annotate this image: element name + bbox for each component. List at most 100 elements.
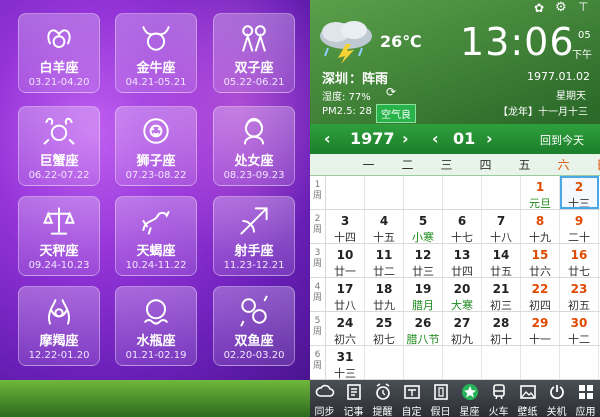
calendar-day[interactable]: 14 廿五: [482, 244, 521, 278]
calendar-day[interactable]: 13 廿四: [443, 244, 482, 278]
star-icon: [461, 384, 478, 400]
calendar-day[interactable]: 31 十三: [326, 346, 365, 380]
zodiac-dates: 08.23-09.23: [223, 170, 285, 181]
calendar-day[interactable]: 17 廿八: [326, 278, 365, 312]
calendar-day[interactable]: 1 元旦: [521, 176, 560, 210]
toolbar-notes-button[interactable]: 记事: [339, 380, 368, 417]
zodiac-dates: 09.24-10.23: [28, 260, 90, 271]
calendar-day[interactable]: 23 初五: [560, 278, 599, 312]
toolbar-label: 记事: [343, 407, 364, 417]
toolbar-train-button[interactable]: 火车: [484, 380, 513, 417]
pin-icon[interactable]: ⊤: [578, 0, 588, 14]
weekday-label: 四: [479, 158, 492, 172]
toolbar-star-button[interactable]: 星座: [455, 380, 484, 417]
calendar-day[interactable]: 12 廿三: [404, 244, 443, 278]
weekday-label: 三: [440, 158, 453, 172]
alarm-icon: [375, 383, 390, 400]
calendar-day[interactable]: 21 初三: [482, 278, 521, 312]
weather-condition: 阵雨: [362, 72, 389, 87]
week-number-header: [310, 154, 349, 175]
calendar-day[interactable]: 6 十七: [443, 210, 482, 244]
calendar-day[interactable]: 4 十五: [365, 210, 404, 244]
calendar-day[interactable]: 24 初六: [326, 312, 365, 346]
toolbar-alarm-button[interactable]: 提醒: [368, 380, 397, 417]
calendar-day[interactable]: 5 小寒: [404, 210, 443, 244]
zodiac-card-cancer[interactable]: 巨蟹座 06.22-07.22: [18, 106, 100, 186]
day-number: 5: [418, 214, 428, 228]
air-quality-badge: 空气良: [376, 104, 416, 123]
day-number: 17: [336, 282, 354, 296]
calendar-day[interactable]: 2 十三: [560, 176, 599, 210]
zodiac-card-taurus[interactable]: 金牛座 04.21-05.21: [115, 13, 197, 93]
toolbar-label: 同步: [314, 407, 335, 417]
city[interactable]: 深圳: [322, 68, 348, 87]
zodiac-card-pisces[interactable]: 双鱼座 02.20-03.20: [213, 286, 295, 366]
day-number: 31: [336, 350, 354, 364]
zodiac-card-leo[interactable]: 狮子座 07.23-08.22: [115, 106, 197, 186]
year-display[interactable]: 1977: [350, 129, 395, 148]
calendar-day[interactable]: 29 十一: [521, 312, 560, 346]
calendar-day[interactable]: 20 大寒: [443, 278, 482, 312]
humidity: 湿度: 77%: [322, 92, 371, 103]
calendar-day[interactable]: 18 廿九: [365, 278, 404, 312]
calendar-day[interactable]: 3 十四: [326, 210, 365, 244]
calendar-day[interactable]: 9 二十: [560, 210, 599, 244]
calendar-day-empty: [521, 346, 560, 379]
toolbar-apps-button[interactable]: 应用: [571, 380, 600, 417]
zodiac-card-aquarius[interactable]: 水瓶座 01.21-02.19: [115, 286, 197, 366]
zodiac-card-capricorn[interactable]: 摩羯座 12.22-01.20: [18, 286, 100, 366]
toolbar-cloud-button[interactable]: 同步: [310, 380, 339, 417]
week-number: 6 周: [310, 346, 326, 379]
zodiac-name: 白羊座: [39, 61, 79, 76]
calendar-day-empty: [560, 346, 599, 379]
weekday-label: 六: [557, 158, 570, 172]
next-month-button[interactable]: ›: [486, 129, 493, 148]
calendar-day[interactable]: 25 初七: [365, 312, 404, 346]
back-to-today-button[interactable]: 回到今天: [540, 132, 584, 148]
zodiac-dates: 06.22-07.22: [28, 170, 90, 181]
calendar-day[interactable]: 7 十八: [482, 210, 521, 244]
lunar-day: 廿四: [451, 265, 473, 278]
toolbar-holiday-button[interactable]: 假日: [426, 380, 455, 417]
zodiac-name: 双子座: [234, 61, 274, 76]
calendar-day[interactable]: 15 廿六: [521, 244, 560, 278]
toolbar-power-button[interactable]: 关机: [542, 380, 571, 417]
day-number: 2: [574, 180, 584, 194]
month-display[interactable]: 01: [453, 129, 475, 148]
zodiac-card-libra[interactable]: 天秤座 09.24-10.23: [18, 196, 100, 276]
refresh-icon[interactable]: ⟳: [386, 85, 396, 99]
toolbar-wallpaper-button[interactable]: 壁纸: [513, 380, 542, 417]
lunar-day: 十一: [529, 333, 551, 346]
calendar-day[interactable]: 28 初十: [482, 312, 521, 346]
skin-icon[interactable]: ✿: [534, 1, 544, 15]
wallpaper-strip: [0, 380, 310, 417]
prev-year-button[interactable]: ‹: [324, 129, 331, 148]
zodiac-dates: 10.24-11.22: [125, 260, 187, 271]
lunar-day: 十九: [529, 231, 551, 244]
calendar-day[interactable]: 22 初四: [521, 278, 560, 312]
calendar-day[interactable]: 10 廿一: [326, 244, 365, 278]
lunar-day: 初九: [451, 333, 473, 346]
calendar-day[interactable]: 30 十二: [560, 312, 599, 346]
calendar-day[interactable]: 26 腊八节: [404, 312, 443, 346]
settings-gear-icon[interactable]: ⚙: [555, 0, 567, 15]
calendar-day[interactable]: 8 十九: [521, 210, 560, 244]
clock-seconds: 05: [578, 30, 591, 41]
zodiac-card-sagittarius[interactable]: 射手座 11.23-12.21: [213, 196, 295, 276]
taurus-icon: [142, 26, 170, 51]
zodiac-card-virgo[interactable]: 处女座 08.23-09.23: [213, 106, 295, 186]
calendar-week-row: 3 周 10 廿一 11 廿二 12 廿三 13 廿四 14 廿五 15 廿六 16 廿七: [310, 244, 600, 278]
zodiac-card-aries[interactable]: 白羊座 03.21-04.20: [18, 13, 100, 93]
next-year-button[interactable]: ›: [402, 129, 409, 148]
zodiac-card-scorpio[interactable]: 天蝎座 10.24-11.22: [115, 196, 197, 276]
calendar-day[interactable]: 16 廿七: [560, 244, 599, 278]
toolbar-custom-button[interactable]: 自定: [397, 380, 426, 417]
bottom-toolbar: 同步 记事 提醒 自定 假日 星座 火车 壁纸 关机 应用: [310, 380, 600, 417]
zodiac-card-gemini[interactable]: 双子座 05.22-06.21: [213, 13, 295, 93]
calendar-day[interactable]: 27 初九: [443, 312, 482, 346]
zodiac-name: 巨蟹座: [39, 154, 79, 169]
prev-month-button[interactable]: ‹: [432, 129, 439, 148]
calendar-day[interactable]: 19 腊月: [404, 278, 443, 312]
calendar-day[interactable]: 11 廿二: [365, 244, 404, 278]
day-number: 28: [492, 316, 510, 330]
